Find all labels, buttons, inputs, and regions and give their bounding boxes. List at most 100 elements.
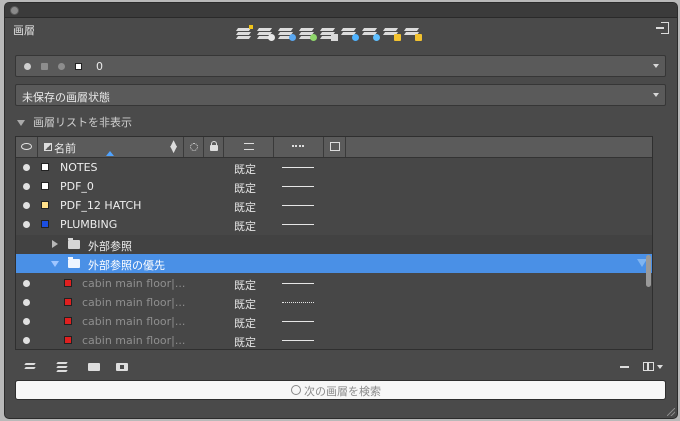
lock-shackle-icon: [211, 141, 217, 146]
title-bar[interactable]: [5, 3, 677, 18]
eye-icon: [21, 143, 32, 150]
linetype-value[interactable]: 既定: [234, 199, 256, 215]
group-row-xref[interactable]: 外部参照: [16, 235, 652, 254]
column-linetype[interactable]: [224, 137, 274, 157]
xref-layer-row[interactable]: cabin main floor|... 既定: [16, 331, 652, 349]
lineweight-sample[interactable]: [282, 302, 314, 303]
visibility-dot-icon[interactable]: [23, 299, 30, 306]
panel-title: 画層: [13, 24, 35, 37]
linetype-value[interactable]: 既定: [234, 334, 256, 349]
column-lineweight[interactable]: [274, 137, 324, 157]
lineweight-sample[interactable]: [282, 224, 314, 225]
set-current-layer-icon[interactable]: [277, 23, 296, 42]
layer-unlock-icon[interactable]: [403, 23, 422, 42]
layer-color-swatch[interactable]: [41, 163, 49, 171]
resize-grip-icon[interactable]: [667, 408, 675, 416]
linetype-value[interactable]: 既定: [234, 296, 256, 312]
new-layer-icon[interactable]: [235, 23, 254, 42]
column-freeze[interactable]: [184, 137, 204, 157]
column-name[interactable]: 名前 ▲ ▼: [38, 137, 184, 157]
lineweight-sample[interactable]: [282, 167, 314, 168]
layer-lock-icon[interactable]: [382, 23, 401, 42]
folder-icon: [68, 238, 80, 249]
layer-search-box[interactable]: [15, 380, 669, 401]
new-group-filter-icon[interactable]: [55, 360, 69, 372]
layer-name: cabin main floor|...: [82, 315, 186, 328]
xref-layer-row[interactable]: cabin main floor|... 既定: [16, 312, 652, 331]
layer-isolate-icon[interactable]: [340, 23, 359, 42]
freeze-icon: [58, 63, 65, 70]
column-plot[interactable]: [324, 137, 346, 157]
layer-off-icon[interactable]: [361, 23, 380, 42]
export-icon[interactable]: [656, 22, 669, 36]
property-filter-folder-icon[interactable]: [115, 360, 129, 372]
linetype-value[interactable]: 既定: [234, 218, 256, 234]
layer-name: PDF_12 HATCH: [60, 199, 142, 212]
layer-color-swatch[interactable]: [64, 336, 72, 344]
linetype-value[interactable]: 既定: [234, 180, 256, 196]
linetype-value[interactable]: 既定: [234, 277, 256, 293]
lineweight-sample[interactable]: [282, 186, 314, 187]
visibility-dot-icon[interactable]: [23, 183, 30, 190]
group-row-xref-override[interactable]: 外部参照の優先: [16, 254, 652, 273]
linetype-value[interactable]: 既定: [234, 315, 256, 331]
folder-icon[interactable]: [87, 360, 101, 372]
visibility-dot-icon[interactable]: [23, 337, 30, 344]
lineweight-sample[interactable]: [282, 340, 314, 341]
xref-layer-row[interactable]: cabin main floor|... 既定: [16, 274, 652, 293]
layer-color-swatch[interactable]: [64, 298, 72, 306]
layer-list: 名前 ▲ ▼ NOTES 既定 PDF_0 既定 PDF_12 HATCH 既定…: [15, 136, 653, 350]
lineweight-sample[interactable]: [282, 205, 314, 206]
visibility-dot-icon[interactable]: [23, 318, 30, 325]
lineweight-sample[interactable]: [282, 321, 314, 322]
previous-layer-icon[interactable]: [319, 23, 338, 42]
visibility-dot-icon[interactable]: [23, 164, 30, 171]
hide-layer-list-toggle[interactable]: 画層リストを非表示: [17, 114, 132, 130]
layer-toolbar: [235, 23, 422, 43]
new-layer-vp-frozen-icon[interactable]: [256, 23, 275, 42]
layer-color-swatch[interactable]: [41, 220, 49, 228]
column-visibility[interactable]: [16, 137, 38, 157]
visibility-dot-icon[interactable]: [23, 202, 30, 209]
layer-color-swatch[interactable]: [64, 317, 72, 325]
folder-icon: [68, 257, 80, 268]
delete-layer-icon[interactable]: [618, 360, 632, 372]
visibility-dot-icon[interactable]: [23, 221, 30, 228]
layer-color-swatch[interactable]: [41, 182, 49, 190]
collapse-triangle-icon[interactable]: [51, 261, 59, 267]
column-settings-icon[interactable]: [643, 360, 663, 372]
layer-list-header: 名前 ▲ ▼: [16, 137, 652, 158]
xref-layer-row[interactable]: cabin main floor|... 既定: [16, 293, 652, 312]
layer-row[interactable]: PLUMBING 既定: [16, 215, 652, 234]
layer-name: PLUMBING: [60, 218, 118, 231]
layer-row[interactable]: NOTES 既定: [16, 158, 652, 177]
layer-color-swatch[interactable]: [64, 279, 72, 287]
new-layer-bottom-icon[interactable]: [23, 360, 37, 372]
layer-color-swatch[interactable]: [41, 201, 49, 209]
layer-state-dropdown[interactable]: 未保存の画層状態: [15, 84, 666, 106]
close-icon[interactable]: [10, 6, 19, 15]
layer-row[interactable]: PDF_12 HATCH 既定: [16, 196, 652, 215]
freeze-icon: [190, 143, 198, 151]
visibility-dot-icon[interactable]: [23, 280, 30, 287]
bottom-toolbar: [15, 359, 666, 375]
chevron-down-icon: [653, 93, 659, 97]
current-layer-dropdown[interactable]: 0: [15, 55, 666, 77]
expand-triangle-icon[interactable]: [52, 240, 58, 248]
search-input[interactable]: [16, 381, 669, 401]
match-layer-icon[interactable]: [298, 23, 317, 42]
layer-name: cabin main floor|...: [82, 277, 186, 290]
hide-layer-list-label: 画層リストを非表示: [33, 116, 132, 129]
color-column-icon: [44, 143, 52, 151]
linetype-value[interactable]: 既定: [234, 161, 256, 177]
lineweight-sample[interactable]: [282, 283, 314, 284]
current-layer-name: 0: [96, 60, 103, 73]
layer-state-value: 未保存の画層状態: [22, 91, 110, 104]
layer-name: NOTES: [60, 161, 98, 174]
column-lock[interactable]: [204, 137, 224, 157]
vertical-scrollbar[interactable]: [646, 255, 651, 287]
layer-row[interactable]: PDF_0 既定: [16, 177, 652, 196]
sort-arrows-icon: ▲ ▼: [170, 139, 177, 155]
layers-palette: 画層 0 未保存の画層状態 画層リストを非表示 名前 ▲ ▼ NOTES 既定 …: [4, 2, 678, 419]
layer-name: PDF_0: [60, 180, 94, 193]
